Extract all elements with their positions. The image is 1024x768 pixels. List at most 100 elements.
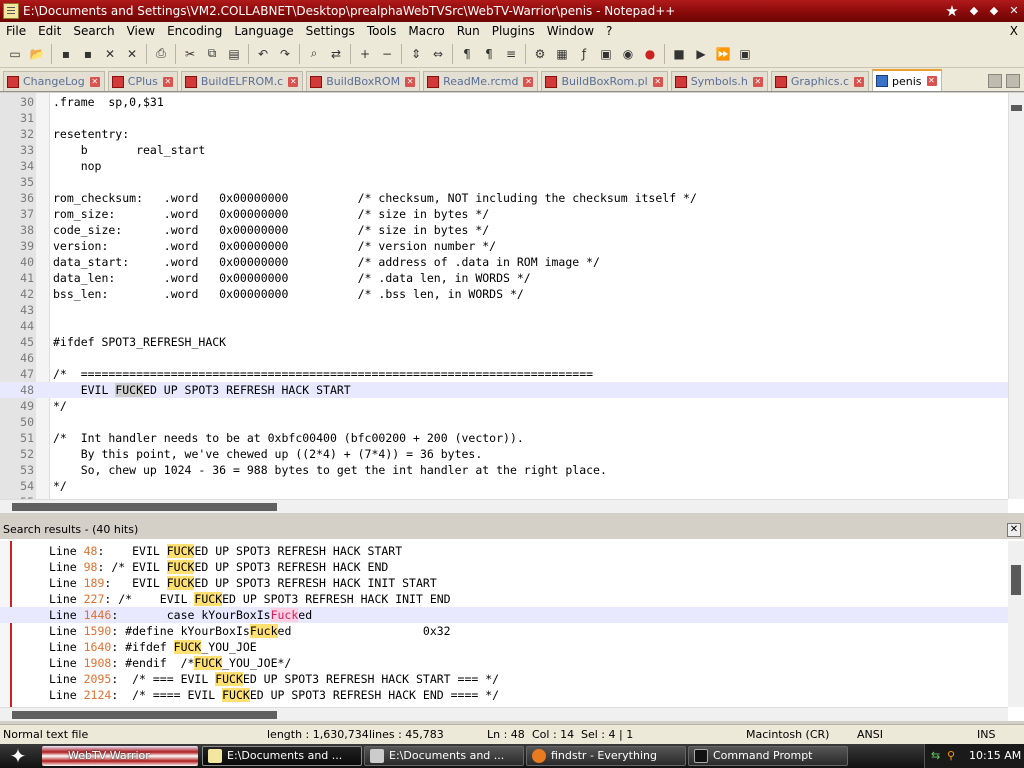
search-vertical-scrollbar[interactable] [1008,541,1024,707]
menu-macro[interactable]: Macro [402,24,450,38]
tab-close-icon[interactable]: ✕ [288,76,299,87]
redo-icon[interactable]: ↷ [276,45,294,63]
everything-tray-icon[interactable]: ⚲ [947,744,955,768]
code-line[interactable]: 50 [0,414,1008,430]
panel-splitter[interactable] [0,513,1024,521]
code-line[interactable]: 37 rom_size: .word 0x00000000 /* size in … [0,206,1008,222]
zoom-out-icon[interactable]: − [378,45,396,63]
menu-search[interactable]: Search [67,24,120,38]
tab-buildelfrom-c[interactable]: BuildELFROM.c ✕ [180,71,304,91]
document-close-x[interactable]: X [1004,24,1024,38]
taskbar-button-command-prompt[interactable]: Command Prompt [688,746,848,766]
tab-scroll-left-button[interactable] [988,74,1002,88]
play-macro-icon[interactable]: ▶ [692,45,710,63]
code-line[interactable]: 41 data_len: .word 0x00000000 /* .data le… [0,270,1008,286]
tab-close-icon[interactable]: ✕ [523,76,534,87]
indent-guide-icon[interactable]: ≡ [502,45,520,63]
code-line[interactable]: 30 .frame sp,0,$31 [0,94,1008,110]
tab-close-icon[interactable]: ✕ [162,76,173,87]
network-icon[interactable]: ⇆ [931,744,940,768]
replace-icon[interactable]: ⇄ [327,45,345,63]
editor-pane[interactable]: 30 .frame sp,0,$31 31 32 resetentry: 33 b rea… [0,93,1024,513]
scroll-thumb[interactable] [12,711,277,719]
taskbar-button-notepadpp[interactable]: E:\Documents and ... [202,746,362,766]
code-line[interactable]: 46 [0,350,1008,366]
code-line[interactable]: 44 [0,318,1008,334]
save-macro-icon[interactable]: ▣ [736,45,754,63]
search-horizontal-scrollbar[interactable] [0,707,1008,721]
tab-cplus[interactable]: CPlus ✕ [107,71,178,91]
code-line[interactable]: 52 By this point, we've chewed up ((2*4)… [0,446,1008,462]
word-wrap-icon[interactable]: ¶ [458,45,476,63]
menu-settings[interactable]: Settings [300,24,361,38]
tab-buildboxrom-pl[interactable]: BuildBoxRom.pl ✕ [541,71,668,91]
zoom-in-icon[interactable]: + [356,45,374,63]
doc-map-icon[interactable]: ▦ [553,45,571,63]
code-line[interactable]: 34 nop [0,158,1008,174]
close-icon[interactable]: ✕ [101,45,119,63]
menu-run[interactable]: Run [451,24,486,38]
tab-graphics-c[interactable]: Graphics.c ✕ [770,71,869,91]
tab-close-icon[interactable]: ✕ [652,76,663,87]
clock[interactable]: 10:15 AM [969,744,1021,768]
folder-workspace-icon[interactable]: ▣ [597,45,615,63]
tab-buildboxrom[interactable]: BuildBoxROM ✕ [306,71,421,91]
start-button[interactable]: ✦ [0,744,36,768]
tab-readme-rcmd[interactable]: ReadMe.rcmd ✕ [423,71,539,91]
code-line[interactable]: 40 data_start: .word 0x00000000 /* addres… [0,254,1008,270]
close-button[interactable]: ✕ [1004,2,1024,20]
close-search-results-button[interactable]: ✕ [1007,523,1021,537]
user-lang-icon[interactable]: ⚙ [531,45,549,63]
search-result-row[interactable]: Line 48: EVIL FUCKED UP SPOT3 REFRESH HA… [0,543,1008,559]
sync-h-icon[interactable]: ⇔ [429,45,447,63]
function-list-icon[interactable]: ƒ [575,45,593,63]
tab-scroll-right-button[interactable] [1006,74,1020,88]
tab-penis[interactable]: penis ✕ [872,69,942,91]
paste-icon[interactable]: ▤ [225,45,243,63]
menu-language[interactable]: Language [228,24,299,38]
find-icon[interactable]: ⌕ [305,45,323,63]
menu-tools[interactable]: Tools [361,24,403,38]
menu-plugins[interactable]: Plugins [486,24,541,38]
search-result-row[interactable]: Line 1590: #define kYourBoxIsFucked 0x32 [0,623,1008,639]
search-result-row[interactable]: Line 1908: #endif /*FUCK_YOU_JOE*/ [0,655,1008,671]
code-line[interactable]: 49 */ [0,398,1008,414]
menu-help[interactable]: ? [600,24,618,38]
editor-vertical-scrollbar[interactable] [1008,93,1024,499]
taskbar-button-webtv-warrior[interactable]: WebTV Warrior [42,746,198,766]
tab-close-icon[interactable]: ✕ [926,76,937,86]
code-line[interactable]: 47 /* ===================================… [0,366,1008,382]
tab-changelog[interactable]: ChangeLog ✕ [3,71,105,91]
search-result-row[interactable]: Line 1446: case kYourBoxIsFucked [0,607,1008,623]
taskbar-button-everything[interactable]: findstr - Everything [526,746,686,766]
save-all-icon[interactable]: ▪ [79,45,97,63]
tab-close-icon[interactable]: ✕ [752,76,763,87]
monitor-icon[interactable]: ◉ [619,45,637,63]
undo-icon[interactable]: ↶ [254,45,272,63]
menu-window[interactable]: Window [541,24,600,38]
code-line[interactable]: 42 bss_len: .word 0x00000000 /* .bss len,… [0,286,1008,302]
close-all-icon[interactable]: ✕ [123,45,141,63]
cut-icon[interactable]: ✂ [181,45,199,63]
scroll-thumb[interactable] [12,503,277,511]
search-result-row[interactable]: Line 98: /* EVIL FUCKED UP SPOT3 REFRESH… [0,559,1008,575]
search-result-row[interactable]: Line 189: EVIL FUCKED UP SPOT3 REFRESH H… [0,575,1008,591]
record-macro-icon[interactable]: ● [641,45,659,63]
code-line[interactable]: 36 rom_checksum: .word 0x00000000 /* chec… [0,190,1008,206]
search-result-row[interactable]: Line 2095: /* === EVIL FUCKED UP SPOT3 R… [0,671,1008,687]
menu-file[interactable]: File [0,24,32,38]
code-line[interactable]: 38 code_size: .word 0x00000000 /* size in… [0,222,1008,238]
taskbar-button-explorer[interactable]: E:\Documents and ... [364,746,524,766]
code-line[interactable]: 31 [0,110,1008,126]
tab-close-icon[interactable]: ✕ [405,76,416,87]
scroll-thumb[interactable] [1011,105,1022,111]
search-result-row[interactable]: Line 1640: #ifdef FUCK_YOU_JOE [0,639,1008,655]
tab-close-icon[interactable]: ✕ [854,76,864,87]
tab-symbols-h[interactable]: Symbols.h ✕ [670,71,768,91]
code-line[interactable]: 33 b real_start [0,142,1008,158]
maximize-button[interactable]: ◆ [984,2,1004,20]
code-area[interactable]: 30 .frame sp,0,$31 31 32 resetentry: 33 b rea… [0,93,1008,499]
new-file-icon[interactable]: ▭ [6,45,24,63]
stop-record-icon[interactable]: ■ [670,45,688,63]
code-line[interactable]: 45 #ifdef SPOT3_REFRESH_HACK [0,334,1008,350]
